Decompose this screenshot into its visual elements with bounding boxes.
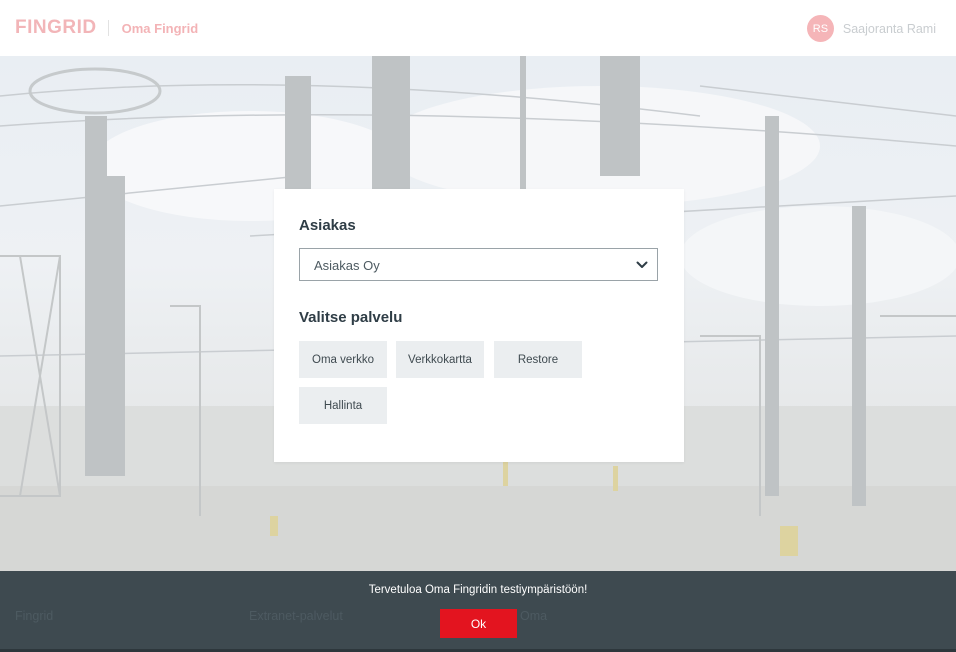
brand[interactable]: FINGRID Oma Fingrid [15, 17, 198, 39]
customer-select-value[interactable]: Asiakas Oy [314, 258, 380, 273]
user-name[interactable]: Saajoranta Rami [843, 22, 936, 36]
service-button-restore[interactable]: Restore [494, 341, 582, 378]
chevron-down-icon[interactable] [636, 259, 648, 271]
fingrid-logo[interactable]: FINGRID [15, 17, 97, 39]
customer-select[interactable]: Asiakas Oy [299, 248, 658, 281]
service-heading: Valitse palvelu [299, 309, 403, 326]
avatar[interactable]: RS [806, 15, 834, 42]
service-button-hallinta[interactable]: Hallinta [299, 387, 387, 424]
user-menu[interactable]: RS Saajoranta Rami [806, 15, 936, 42]
customer-heading: Asiakas [299, 217, 356, 234]
welcome-notice-banner: Tervetuloa Oma Fingridin testiympäristöö… [0, 571, 956, 652]
service-button-verkkokartta[interactable]: Verkkokartta [396, 341, 484, 378]
app-name[interactable]: Oma Fingrid [122, 21, 199, 36]
brand-divider [107, 20, 109, 36]
ok-button[interactable]: Ok [440, 609, 517, 638]
service-button-oma-verkko[interactable]: Oma verkko [299, 341, 387, 378]
notice-message: Tervetuloa Oma Fingridin testiympäristöö… [368, 584, 588, 596]
top-header: FINGRID Oma Fingrid RS Saajoranta Rami [0, 0, 956, 56]
service-selection-card: Asiakas Asiakas Oy Valitse palvelu Oma v… [274, 189, 684, 462]
